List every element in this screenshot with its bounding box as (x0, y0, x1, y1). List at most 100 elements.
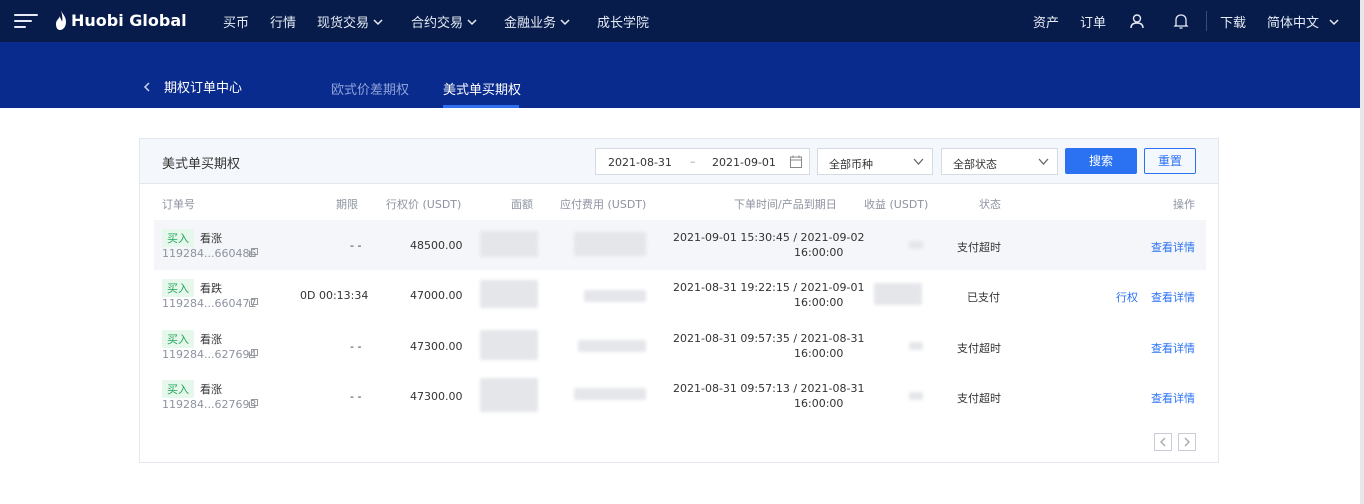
currency-select[interactable]: 全部币种 (817, 148, 933, 175)
currency-select-value: 全部币种 (829, 158, 873, 171)
direction: 看涨 (200, 383, 222, 396)
nav-label: 行情 (270, 16, 297, 31)
nav-orders[interactable]: 订单 (1080, 12, 1106, 31)
details-link[interactable]: 查看详情 (1151, 340, 1195, 356)
date-separator: – (690, 155, 696, 168)
nav-contract-trading[interactable]: 合约交易 (411, 12, 477, 31)
page-header-band: 期权订单中心 欧式价差期权 美式单买期权 (0, 42, 1360, 108)
redacted-fee (578, 340, 646, 352)
nav-divider (1206, 11, 1207, 31)
nav-markets[interactable]: 行情 (270, 12, 296, 31)
nav-spot-trading[interactable]: 现货交易 (317, 12, 383, 31)
nav-academy[interactable]: 成长学院 (597, 12, 649, 31)
header-order-no: 订单号 (162, 198, 195, 211)
date-end[interactable]: 2021-09-01 (712, 156, 776, 169)
order-time-line2: 16:00:00 (794, 347, 844, 360)
order-id: 119284...627694 (162, 348, 257, 361)
strike-price: 47000.00 (410, 289, 463, 302)
panel-title: 美式单买期权 (162, 157, 241, 172)
status-select-value: 全部状态 (953, 158, 997, 171)
chevron-left-icon[interactable] (143, 82, 151, 92)
nav-buy-crypto[interactable]: 买币 (223, 12, 249, 31)
direction: 看跌 (200, 282, 222, 295)
redacted-profit (874, 283, 922, 305)
copy-icon[interactable] (249, 298, 258, 307)
chevron-left-icon (1160, 437, 1166, 447)
language-selector[interactable]: 简体中文 (1267, 12, 1339, 31)
header-profit: 收益 (USDT) (864, 198, 929, 211)
nav-finance[interactable]: 金融业务 (504, 12, 570, 31)
term: - - (350, 239, 362, 252)
order-time-line2: 16:00:00 (794, 397, 844, 410)
side-badge: 买入 (162, 279, 194, 297)
order-time-line1: 2021-08-31 09:57:35 / 2021-08-31 (673, 332, 865, 345)
header-strike: 行权价 (USDT) (386, 198, 462, 211)
chevron-down-icon (373, 18, 383, 25)
nav-label: 金融业务 (504, 16, 557, 31)
order-time-line2: 16:00:00 (794, 246, 844, 259)
scrollbar[interactable] (1360, 0, 1364, 504)
order-id: 119284...627693 (162, 398, 257, 411)
nav-label: 买币 (223, 16, 250, 31)
side-badge: 买入 (162, 380, 194, 398)
nav-label: 现货交易 (317, 16, 370, 31)
status-text: 支付超时 (957, 241, 1001, 254)
header-face-value: 面额 (511, 198, 533, 211)
redacted-profit (909, 241, 923, 249)
table-row: 买入 看涨 119284...627693 - - 47300.00 2021-… (154, 371, 1206, 421)
nav-label: 订单 (1080, 16, 1107, 31)
menu-icon[interactable] (14, 13, 38, 29)
date-start[interactable]: 2021-08-31 (608, 156, 672, 169)
next-page-button[interactable] (1178, 433, 1196, 451)
nav-assets[interactable]: 资产 (1033, 12, 1059, 31)
nav-download[interactable]: 下载 (1220, 12, 1246, 31)
header-time: 下单时间/产品到期日 (734, 198, 837, 211)
strike-price: 47300.00 (410, 340, 463, 353)
reset-button[interactable]: 重置 (1144, 148, 1196, 174)
order-id: 119284...660477 (162, 297, 257, 310)
details-link[interactable]: 查看详情 (1151, 390, 1195, 406)
term: - - (350, 340, 362, 353)
details-link[interactable]: 查看详情 (1151, 239, 1195, 255)
header-action: 操作 (1173, 198, 1195, 211)
date-range-picker[interactable]: 2021-08-31 – 2021-09-01 (595, 148, 810, 175)
copy-icon[interactable] (249, 399, 258, 408)
details-link[interactable]: 查看详情 (1151, 289, 1195, 305)
copy-icon[interactable] (249, 248, 258, 257)
nav-label: 简体中文 (1267, 16, 1320, 31)
nav-label: 成长学院 (597, 16, 650, 31)
chevron-down-icon (1038, 158, 1049, 165)
side-badge: 买入 (162, 229, 194, 247)
chevron-down-icon (1329, 18, 1339, 25)
status-select[interactable]: 全部状态 (941, 148, 1058, 175)
redacted-fee (574, 388, 646, 400)
exercise-link[interactable]: 行权 (1116, 289, 1138, 305)
status-text: 支付超时 (957, 342, 1001, 355)
user-icon[interactable] (1129, 13, 1145, 29)
redacted-face-value (480, 280, 538, 308)
side-badge: 买入 (162, 330, 194, 348)
redacted-fee (584, 290, 646, 302)
active-tab-indicator (443, 105, 519, 108)
term: 0D 00:13:34 (300, 289, 369, 302)
direction: 看涨 (200, 333, 222, 346)
page-title: 期权订单中心 (164, 81, 243, 96)
tab-european-spread-options[interactable]: 欧式价差期权 (331, 79, 409, 98)
logo[interactable]: Huobi Global (55, 10, 187, 30)
header-status: 状态 (979, 198, 1001, 211)
bell-icon[interactable] (1173, 13, 1189, 30)
prev-page-button[interactable] (1154, 433, 1172, 451)
order-id: 119284...660486 (162, 247, 257, 260)
strike-price: 47300.00 (410, 390, 463, 403)
order-time-line1: 2021-08-31 09:57:13 / 2021-08-31 (673, 382, 865, 395)
order-time-line2: 16:00:00 (794, 296, 844, 309)
nav-label: 资产 (1033, 16, 1060, 31)
copy-icon[interactable] (249, 349, 258, 358)
search-button[interactable]: 搜索 (1065, 148, 1137, 174)
order-time-line1: 2021-08-31 19:22:15 / 2021-09-01 (673, 281, 865, 294)
table-row: 买入 看涨 119284...660486 - - 48500.00 2021-… (154, 220, 1206, 270)
tab-american-buy-options[interactable]: 美式单买期权 (443, 79, 521, 98)
chevron-down-icon (467, 18, 477, 25)
calendar-icon (790, 155, 802, 168)
header-fee: 应付费用 (USDT) (560, 198, 647, 211)
